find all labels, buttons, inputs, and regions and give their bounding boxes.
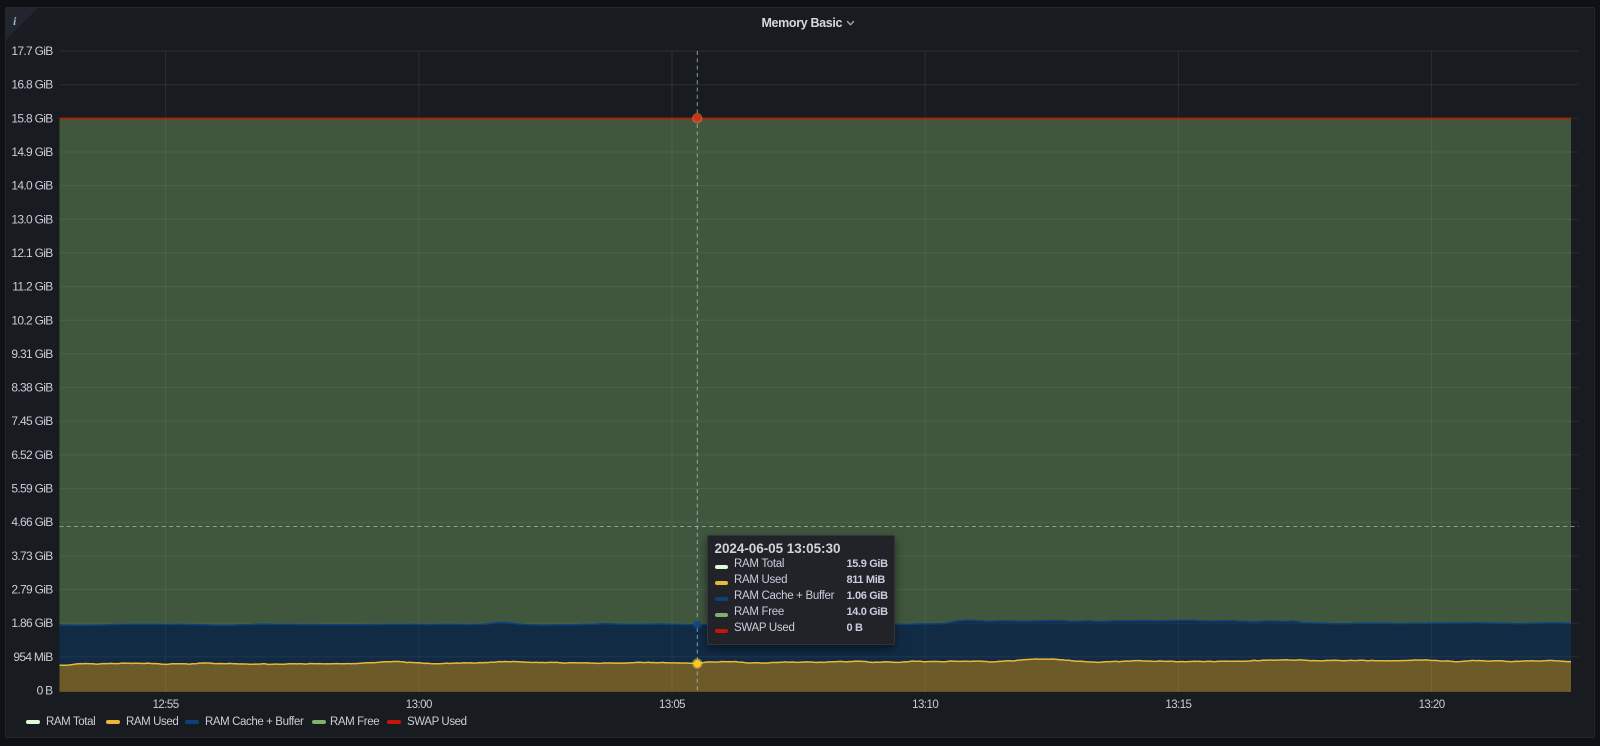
svg-text:13.0 GiB: 13.0 GiB (11, 212, 53, 226)
svg-text:14.9 GiB: 14.9 GiB (11, 145, 53, 159)
svg-text:0 B: 0 B (37, 684, 54, 698)
svg-text:14.0 GiB: 14.0 GiB (11, 179, 53, 193)
svg-text:6.52 GiB: 6.52 GiB (11, 448, 53, 462)
svg-text:5.59 GiB: 5.59 GiB (11, 482, 53, 496)
svg-text:12.1 GiB: 12.1 GiB (11, 246, 53, 260)
svg-text:13:15: 13:15 (1165, 699, 1191, 711)
svg-text:11.2 GiB: 11.2 GiB (12, 280, 53, 294)
svg-text:13:05: 13:05 (659, 699, 685, 711)
svg-text:7.45 GiB: 7.45 GiB (11, 414, 53, 428)
svg-text:16.8 GiB: 16.8 GiB (11, 78, 53, 92)
svg-text:15.8 GiB: 15.8 GiB (11, 111, 53, 125)
svg-text:2.79 GiB: 2.79 GiB (11, 583, 53, 597)
svg-text:13:10: 13:10 (912, 699, 938, 711)
svg-text:1.86 GiB: 1.86 GiB (11, 616, 53, 630)
svg-text:8.38 GiB: 8.38 GiB (11, 381, 53, 395)
svg-text:3.73 GiB: 3.73 GiB (11, 549, 53, 563)
svg-text:13:00: 13:00 (406, 699, 432, 711)
svg-text:12:55: 12:55 (153, 699, 179, 711)
svg-text:4.66 GiB: 4.66 GiB (11, 515, 53, 529)
svg-text:10.2 GiB: 10.2 GiB (11, 313, 53, 327)
svg-text:9.31 GiB: 9.31 GiB (11, 347, 53, 361)
svg-text:13:20: 13:20 (1419, 699, 1445, 711)
svg-text:954 MiB: 954 MiB (13, 650, 53, 664)
svg-text:17.7 GiB: 17.7 GiB (11, 44, 53, 58)
